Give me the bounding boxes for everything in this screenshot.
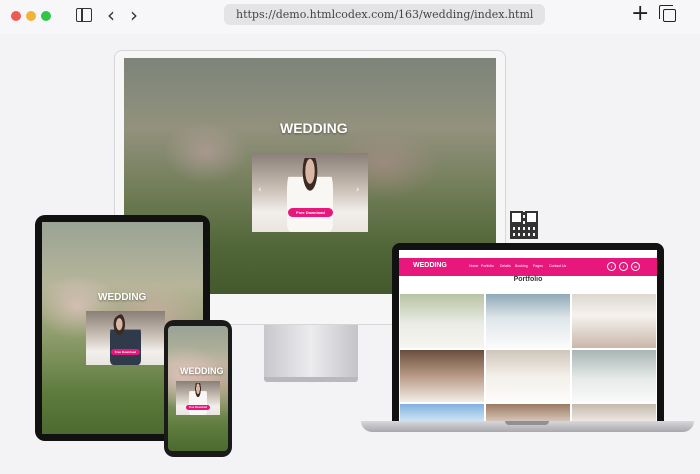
nav-item-contact[interactable]: Contact Us — [549, 264, 566, 268]
url-text: https://demo.htmlcodex.com/163/wedding/i… — [236, 8, 534, 21]
portfolio-photo[interactable] — [572, 350, 656, 402]
nav-item-pages[interactable]: Pages — [533, 264, 543, 268]
laptop-mockup: WEDDING Home Portfolio Details Booking P… — [392, 243, 664, 421]
sidebar-toggle-icon[interactable] — [76, 8, 92, 22]
nav-item-home[interactable]: Home — [469, 264, 478, 268]
monitor-stand — [264, 325, 358, 377]
tab-overview-icon[interactable] — [659, 5, 676, 22]
twitter-icon[interactable]: t — [607, 262, 616, 271]
portfolio-photo[interactable] — [400, 294, 484, 348]
laptop-site-brand[interactable]: WEDDING — [413, 262, 447, 269]
carousel-prev-icon[interactable]: ‹ — [258, 185, 262, 195]
portfolio-photo[interactable] — [486, 404, 570, 421]
portfolio-photo[interactable] — [572, 294, 656, 348]
laptop-screen-preview: WEDDING Home Portfolio Details Booking P… — [399, 250, 657, 421]
phone-download-button[interactable]: Free Download — [186, 405, 210, 410]
minimize-window-button[interactable] — [26, 11, 36, 21]
new-tab-button[interactable]: + — [631, 3, 649, 25]
portfolio-photo[interactable] — [486, 350, 570, 402]
portfolio-heading: Portfolio — [513, 276, 543, 283]
laptop-site-navbar: WEDDING Home Portfolio Details Booking P… — [399, 258, 657, 276]
desktop-hero-title: WEDDING — [280, 120, 348, 136]
tablet-download-button[interactable]: Free Download — [111, 349, 140, 355]
close-window-button[interactable] — [11, 11, 21, 21]
laptop-notch — [505, 421, 549, 425]
phone-screen-preview: WEDDING Free Download — [168, 326, 228, 451]
carousel-next-icon[interactable]: › — [356, 185, 360, 195]
portfolio-photo[interactable] — [400, 404, 484, 421]
tablet-hero-title: WEDDING — [98, 292, 147, 303]
monitor-stand-base — [264, 377, 358, 382]
tablet-hero-card: Free Download — [86, 311, 165, 365]
facebook-icon[interactable]: f — [619, 262, 628, 271]
portfolio-photo[interactable] — [486, 294, 570, 348]
desktop-hero-card: Free Download ‹ › — [252, 153, 368, 232]
linkedin-icon[interactable]: in — [631, 262, 640, 271]
nav-item-portfolio[interactable]: Portfolio — [481, 264, 494, 268]
phone-hero-title: WEDDING — [180, 366, 224, 376]
back-button[interactable]: ‹ — [107, 4, 115, 26]
desktop-download-button[interactable]: Free Download — [288, 208, 333, 217]
zoom-window-button[interactable] — [41, 11, 51, 21]
phone-mockup: WEDDING Free Download — [164, 320, 232, 457]
browser-toolbar: ‹ › https://demo.htmlcodex.com/163/weddi… — [0, 0, 700, 34]
phone-hero-card: Free Download — [176, 381, 220, 415]
forward-button[interactable]: › — [130, 4, 138, 26]
qr-code-icon — [510, 211, 538, 239]
nav-item-details[interactable]: Details — [500, 264, 511, 268]
address-bar[interactable]: https://demo.htmlcodex.com/163/wedding/i… — [224, 4, 545, 25]
portfolio-photo[interactable] — [572, 404, 656, 421]
portfolio-photo[interactable] — [400, 350, 484, 402]
nav-item-booking[interactable]: Booking — [515, 264, 528, 268]
